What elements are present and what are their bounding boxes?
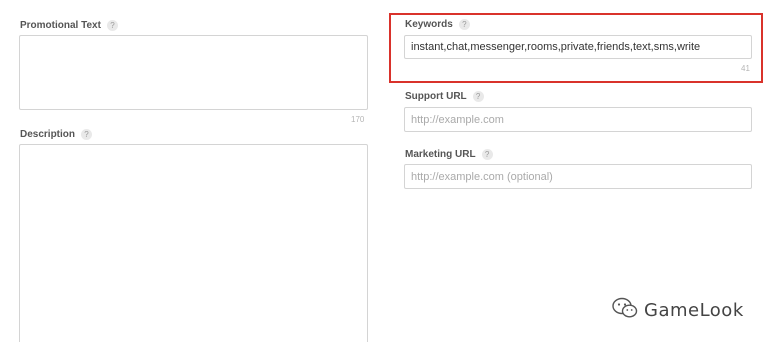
keywords-input[interactable]: instant,chat,messenger,rooms,private,fri… [404,35,752,59]
promotional-text-help-icon[interactable]: ? [106,20,118,31]
description-label: Description ? [20,129,93,140]
promotional-text-field[interactable] [19,35,368,110]
keywords-counter: 41 [741,64,750,73]
marketing-url-label: Marketing URL ? [405,149,493,160]
marketing-url-input[interactable]: http://example.com (optional) [404,164,752,189]
description-field[interactable] [19,144,368,342]
keywords-help-icon[interactable]: ? [458,19,470,30]
promotional-text-label: Promotional Text ? [20,20,118,31]
support-url-label-text: Support URL [405,91,467,102]
keywords-value: instant,chat,messenger,rooms,private,fri… [411,41,701,53]
keywords-label-text: Keywords [405,19,453,30]
wechat-icon [612,297,638,324]
description-label-text: Description [20,129,76,140]
support-url-help-icon[interactable]: ? [472,91,484,102]
marketing-url-label-text: Marketing URL [405,149,476,160]
marketing-url-placeholder: http://example.com (optional) [411,170,553,183]
description-help-icon[interactable]: ? [81,129,93,140]
support-url-label: Support URL ? [405,91,484,102]
promotional-text-label-text: Promotional Text [20,20,101,31]
keywords-label: Keywords ? [405,19,470,30]
support-url-placeholder: http://example.com [411,113,504,126]
app-info-form: Promotional Text ? 170 Description ? Key… [0,0,768,342]
marketing-url-help-icon[interactable]: ? [481,149,493,160]
watermark-text: GameLook [644,300,744,321]
promotional-text-counter: 170 [351,115,365,124]
gamelook-watermark: GameLook [612,297,744,324]
support-url-input[interactable]: http://example.com [404,107,752,132]
